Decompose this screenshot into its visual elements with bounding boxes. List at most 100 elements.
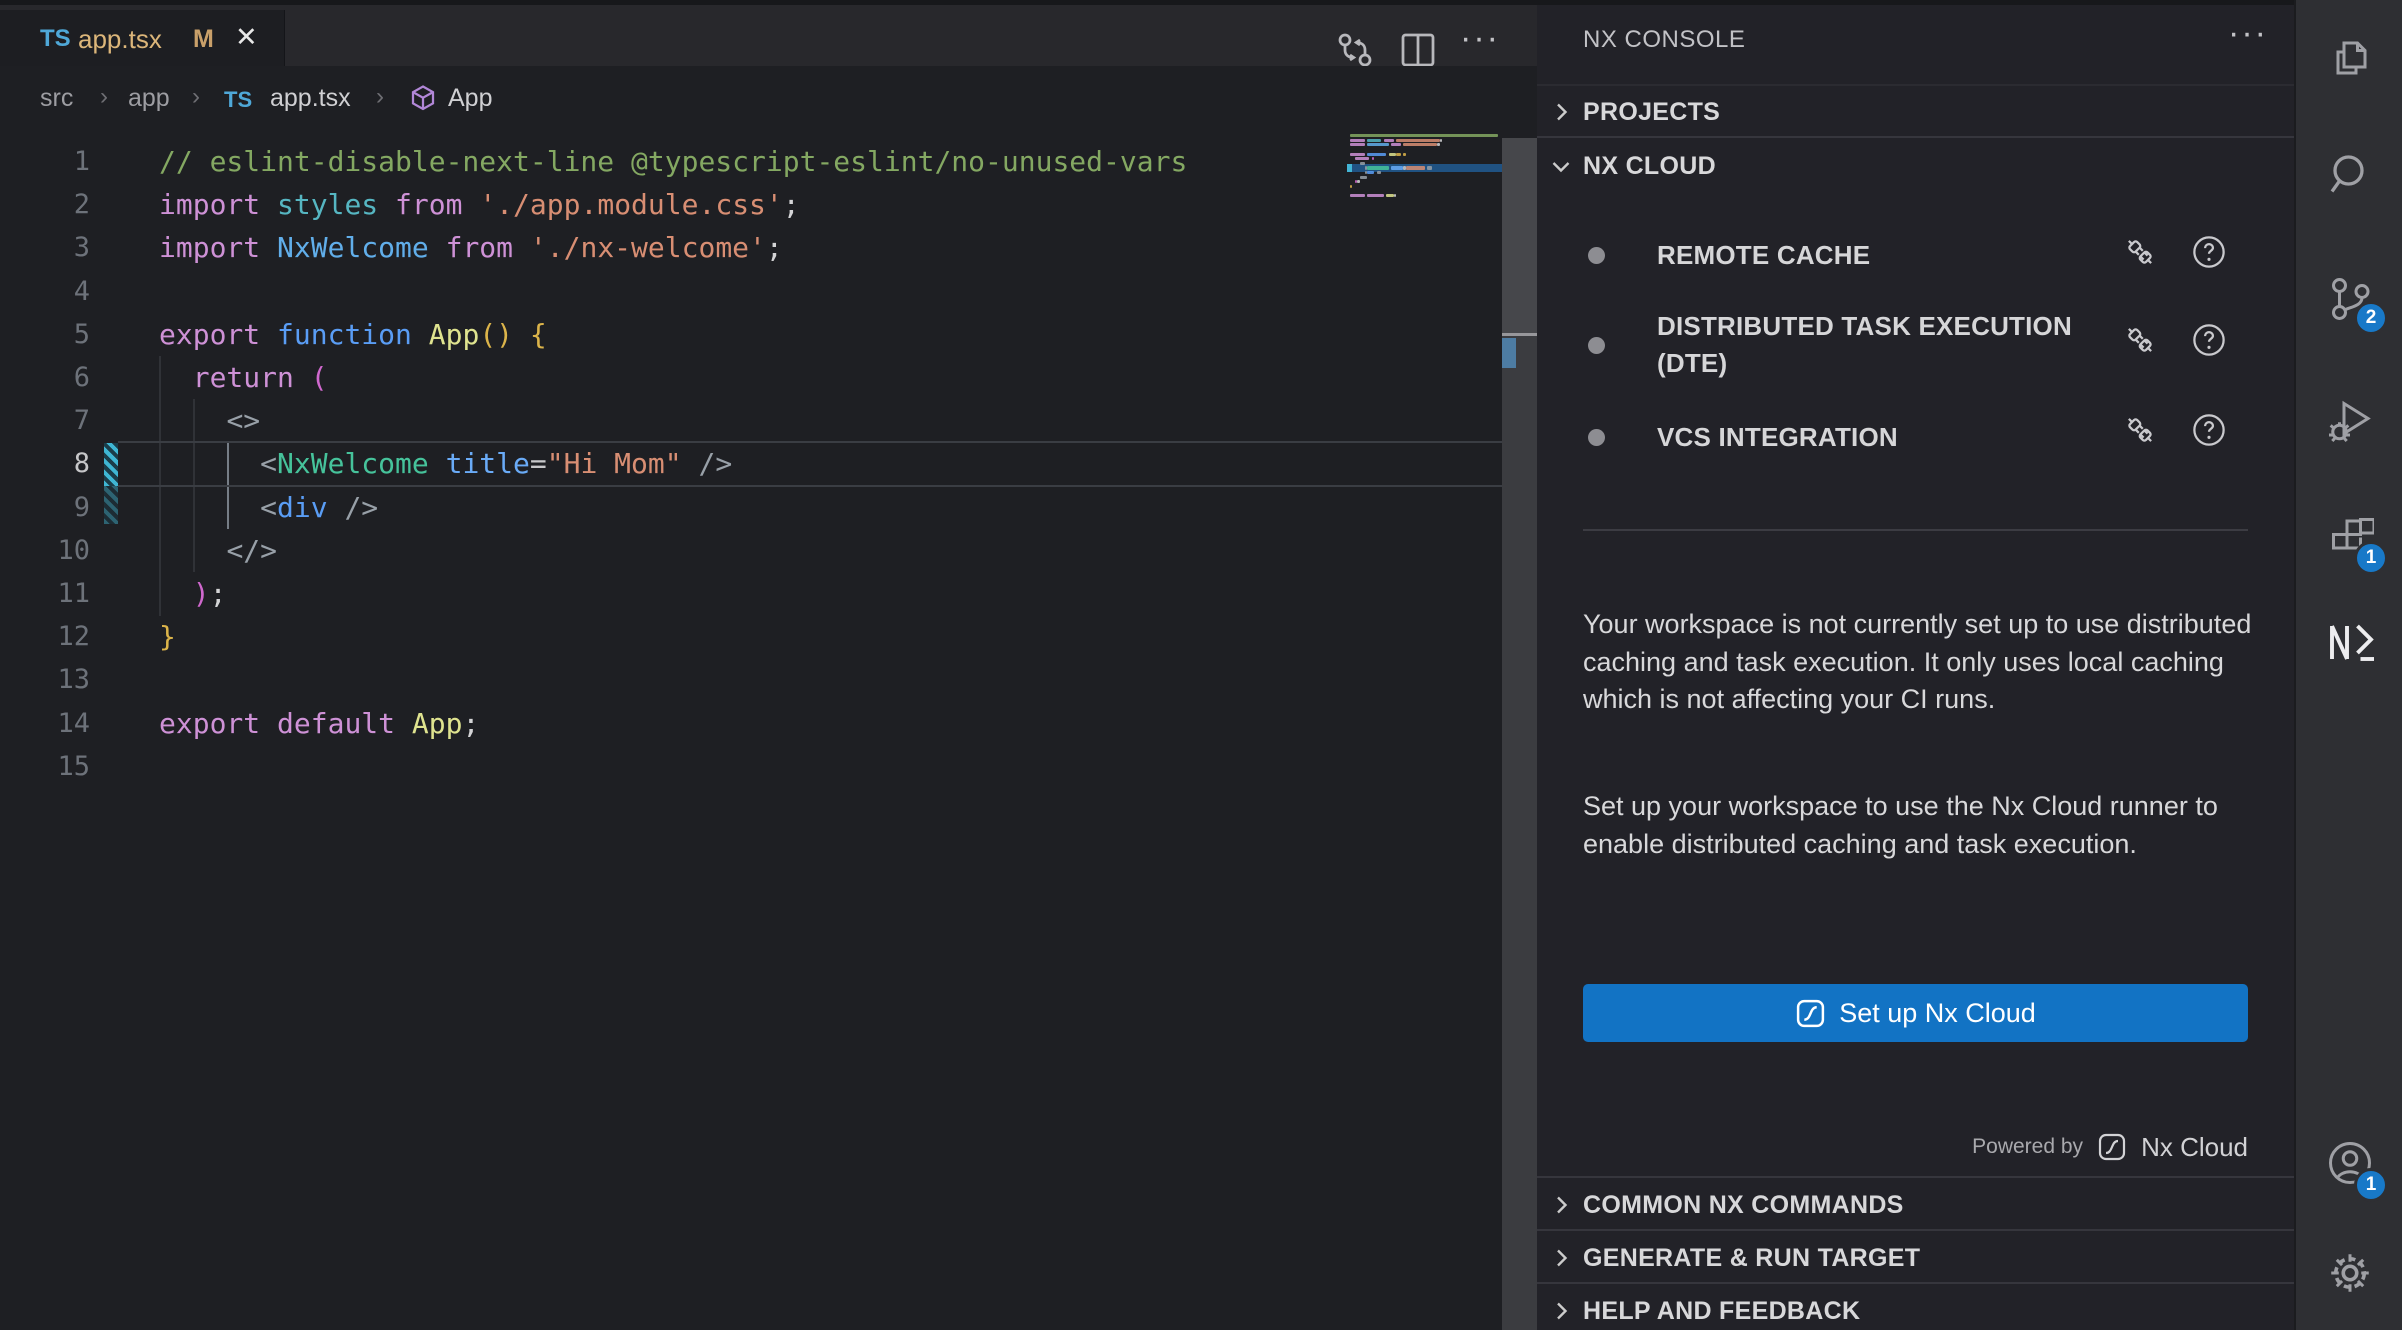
code-line-10[interactable]: </> <box>159 529 277 572</box>
section-generate-run-target[interactable]: GENERATE & RUN TARGET <box>1537 1232 2294 1284</box>
source-control-badge: 2 <box>2354 301 2388 335</box>
explorer-icon[interactable] <box>2326 34 2374 82</box>
line-number[interactable]: 12 <box>20 615 90 658</box>
line-number[interactable]: 10 <box>20 529 90 572</box>
symbol-cube-icon <box>408 84 438 114</box>
nx-console-icon[interactable] <box>2326 620 2374 668</box>
overview-ruler-modified-marker <box>1502 338 1516 368</box>
activity-bar: 2 1 1 <box>2294 0 2402 1330</box>
line-number[interactable]: 7 <box>20 399 90 442</box>
code-line-7[interactable]: <> <box>159 399 260 442</box>
line-number[interactable]: 8 <box>20 442 90 485</box>
chevron-down-icon <box>1549 154 1573 178</box>
split-editor-icon[interactable] <box>1398 30 1438 70</box>
section-label: PROJECTS <box>1583 98 1720 127</box>
help-question-icon[interactable] <box>2191 234 2227 270</box>
connect-icon[interactable] <box>2122 234 2158 270</box>
help-question-icon[interactable] <box>2191 322 2227 358</box>
breadcrumb-filename[interactable]: app.tsx <box>270 84 351 113</box>
code-line-14[interactable]: export default App; <box>159 702 479 745</box>
extensions-badge: 1 <box>2354 541 2388 575</box>
nx-cloud-logo-icon <box>2097 1132 2127 1162</box>
nx-cloud-item-label: DISTRIBUTED TASK EXECUTION (DTE) <box>1657 308 2087 382</box>
line-number[interactable]: 11 <box>20 572 90 615</box>
line-number[interactable]: 14 <box>20 702 90 745</box>
line-number[interactable]: 3 <box>20 226 90 269</box>
code-line-11[interactable]: ); <box>159 572 226 615</box>
minimap[interactable] <box>1347 134 1502 214</box>
setup-nx-cloud-button[interactable]: Set up Nx Cloud <box>1583 984 2248 1042</box>
code-line-1[interactable]: // eslint-disable-next-line @typescript-… <box>159 140 1187 183</box>
git-modified-badge: M <box>193 25 214 54</box>
scrollbar-track[interactable] <box>1502 336 1537 1330</box>
tab-bar: TS app.tsx M ✕ ··· <box>0 0 1537 66</box>
tab-bar-left-gap <box>0 10 23 71</box>
status-dot <box>1588 247 1605 264</box>
close-tab-icon[interactable]: ✕ <box>235 22 258 53</box>
content-divider <box>1583 529 2248 531</box>
breadcrumb-symbol[interactable]: App <box>448 84 492 113</box>
code-line-8[interactable]: <NxWelcome title="Hi Mom" /> <box>159 442 732 485</box>
section-projects[interactable]: PROJECTS <box>1537 86 2294 138</box>
line-number[interactable]: 1 <box>20 140 90 183</box>
help-question-icon[interactable] <box>2191 412 2227 448</box>
panel-more-actions-icon[interactable]: ··· <box>2228 18 2268 48</box>
line-number[interactable]: 4 <box>20 270 90 313</box>
connect-icon[interactable] <box>2122 412 2158 448</box>
line-number[interactable]: 2 <box>20 183 90 226</box>
vscode-window: TS app.tsx M ✕ ··· src › app › TS app.ts… <box>0 0 2402 1330</box>
gutter-modified-indicator <box>104 443 118 486</box>
nx-cloud-item-label: VCS INTEGRATION <box>1657 419 2087 456</box>
chevron-right-icon <box>1549 1193 1573 1217</box>
open-changes-icon[interactable] <box>1335 30 1375 70</box>
chevron-right-icon: › <box>192 83 200 111</box>
section-help-and-feedback[interactable]: HELP AND FEEDBACK <box>1537 1285 2294 1330</box>
section-divider <box>1537 1176 2294 1178</box>
code-line-3[interactable]: import NxWelcome from './nx-welcome'; <box>159 226 783 269</box>
section-label: GENERATE & RUN TARGET <box>1583 1244 1920 1273</box>
tab-filename: app.tsx <box>78 24 162 55</box>
section-label: NX CLOUD <box>1583 152 1716 181</box>
code-line-2[interactable]: import styles from './app.module.css'; <box>159 183 800 226</box>
line-number[interactable]: 13 <box>20 658 90 701</box>
gutter-modified-indicator <box>104 486 118 524</box>
powered-by-row: Powered by Nx Cloud <box>1583 1127 2248 1167</box>
powered-by-label: Powered by <box>1972 1135 2083 1159</box>
code-line-12[interactable]: } <box>159 615 176 658</box>
status-dot <box>1588 429 1605 446</box>
line-number[interactable]: 5 <box>20 313 90 356</box>
chevron-right-icon <box>1549 1246 1573 1270</box>
line-number[interactable]: 15 <box>20 745 90 788</box>
breadcrumb: src › app › TS app.tsx › App <box>0 66 1537 134</box>
status-dot <box>1588 337 1605 354</box>
typescript-file-icon: TS <box>224 87 252 113</box>
section-common-nx-commands[interactable]: COMMON NX COMMANDS <box>1537 1179 2294 1231</box>
scrollbar-divider <box>1502 333 1537 336</box>
chevron-right-icon <box>1549 1299 1573 1323</box>
more-actions-icon[interactable]: ··· <box>1460 23 1500 63</box>
breadcrumb-app[interactable]: app <box>128 84 170 113</box>
connect-icon[interactable] <box>2122 322 2158 358</box>
setup-button-label: Set up Nx Cloud <box>1839 998 2036 1029</box>
section-label: HELP AND FEEDBACK <box>1583 1297 1860 1326</box>
line-number[interactable]: 9 <box>20 486 90 529</box>
search-icon[interactable] <box>2326 151 2374 199</box>
powered-brand-label: Nx Cloud <box>2141 1132 2248 1163</box>
settings-gear-icon[interactable] <box>2326 1249 2374 1297</box>
current-line-border <box>118 485 1502 487</box>
current-line-border <box>118 441 1502 443</box>
line-number[interactable]: 6 <box>20 356 90 399</box>
breadcrumb-src[interactable]: src <box>40 84 73 113</box>
nx-cloud-logo-icon <box>1795 998 1826 1029</box>
run-debug-icon[interactable] <box>2326 396 2374 444</box>
chevron-right-icon <box>1549 100 1573 124</box>
scrollbar-slider[interactable] <box>1502 138 1537 334</box>
setup-hint-text: Set up your workspace to use the Nx Clou… <box>1583 788 2255 863</box>
code-line-9[interactable]: <div /> <box>159 486 378 529</box>
section-nx-cloud[interactable]: NX CLOUD <box>1537 140 2294 192</box>
code-editor[interactable]: 1 // eslint-disable-next-line @typescript… <box>0 134 1502 1330</box>
section-label: COMMON NX COMMANDS <box>1583 1191 1904 1220</box>
tab-app-tsx[interactable]: TS app.tsx M ✕ <box>23 10 285 71</box>
code-line-5[interactable]: export function App() { <box>159 313 547 356</box>
code-line-6[interactable]: return ( <box>159 356 328 399</box>
